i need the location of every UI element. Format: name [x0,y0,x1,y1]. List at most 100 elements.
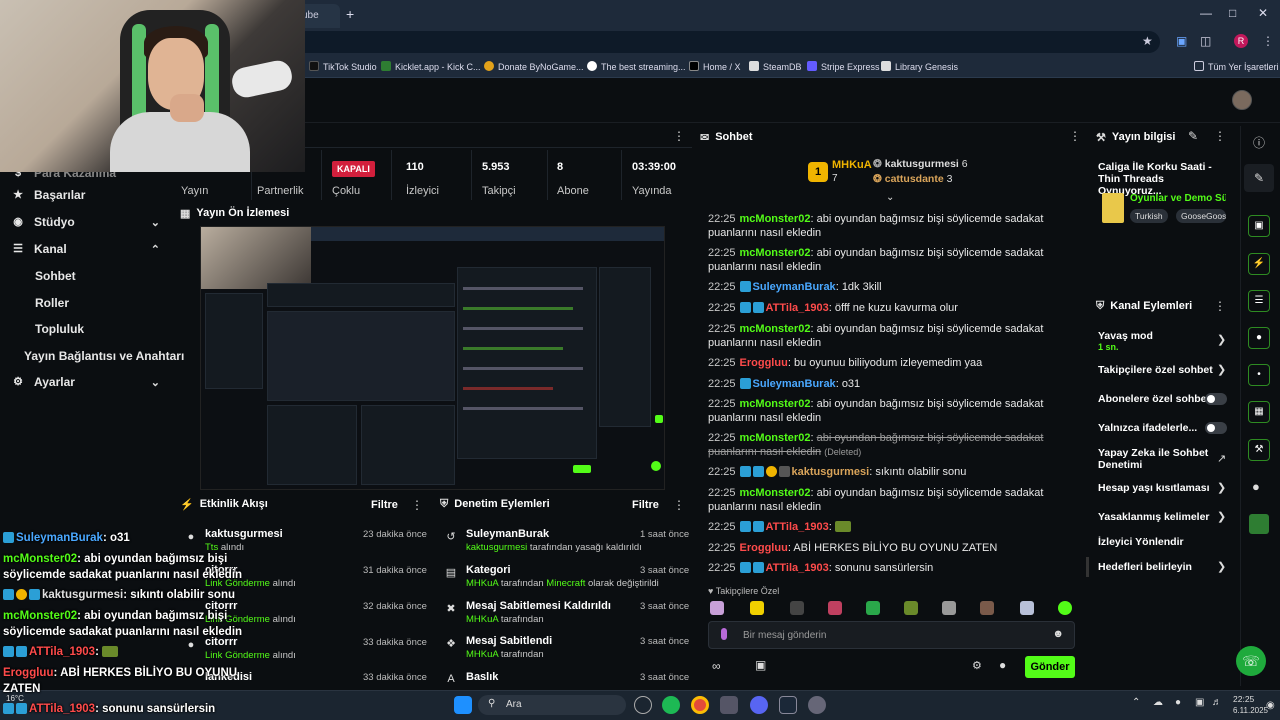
volume-icon[interactable]: ♬ [1212,697,1222,708]
emote-icon[interactable] [904,601,918,615]
stream-preview[interactable] [200,226,665,490]
raid-viewers[interactable]: İzleyici Yönlendir [1098,536,1228,548]
close-icon[interactable]: ✕ [1258,6,1268,20]
task-view-icon[interactable] [634,696,652,714]
steam-icon[interactable] [779,696,797,714]
more-icon[interactable]: ⋮ [673,129,685,143]
all-bookmarks[interactable]: Tüm Yer İşaretleri [1194,61,1279,72]
extensions-icon[interactable]: ◫ [1200,34,1211,48]
settings-app-icon[interactable] [808,696,826,714]
flash-icon[interactable]: ⚡ [1248,253,1270,275]
send-button[interactable]: Gönder [1025,656,1075,678]
emote-icon[interactable] [1058,601,1072,615]
set-goals[interactable]: Hedefleri belirleyin [1098,561,1228,573]
chevron-right-icon[interactable]: ❯ [1217,481,1226,494]
notifications-icon[interactable]: ◉ [1266,700,1275,711]
ai-moderation[interactable]: Yapay Zeka ile Sohbet Denetimi [1098,447,1210,471]
expand-icon[interactable]: ⌄ [886,192,894,203]
user-avatar[interactable] [1232,90,1252,110]
chat-bubble-icon[interactable]: ● [1248,327,1270,349]
more-icon[interactable]: ⋮ [1214,129,1226,143]
store-icon[interactable]: ▣ [755,658,766,672]
moderation-filter-button[interactable]: Filtre [632,499,659,511]
cloud-icon[interactable]: ☁ [1153,697,1163,708]
profile-avatar[interactable]: R [1234,34,1248,48]
mic-icon[interactable] [721,628,727,640]
sidebar-item-achievements[interactable]: ★ Başarılar [0,182,172,208]
discord-icon[interactable] [750,696,768,714]
help-button[interactable]: ☏ [1236,646,1266,676]
clip-icon[interactable]: ▣ [1248,215,1270,237]
bookmark-bynogame[interactable]: Donate ByNoGame... [484,61,584,72]
more-icon[interactable]: ⋮ [1214,299,1226,313]
chevron-right-icon[interactable]: ❯ [1217,560,1226,573]
followers-only-chat[interactable]: Takipçilere özel sohbet [1098,364,1228,376]
app-icon[interactable] [720,696,738,714]
notes-icon[interactable]: ☰ [1248,290,1270,312]
chevron-right-icon[interactable]: ❯ [1217,510,1226,523]
bookmark-libgen[interactable]: Library Genesis [881,61,958,72]
bookmark-tiktok[interactable]: TikTok Studio [309,61,377,72]
slow-mode[interactable]: Yavaş mod [1098,330,1228,342]
new-tab-button[interactable]: + [346,6,354,22]
sidebar-sub-chat[interactable]: Sohbet [35,269,76,283]
scrollbar[interactable] [1086,557,1089,577]
bookmark-streaming[interactable]: The best streaming... [587,61,686,72]
tools-icon[interactable]: ⚒ [1248,439,1270,461]
bookmark-stripe[interactable]: Stripe Express [807,61,880,72]
weather-temp[interactable]: 16°C [6,694,24,703]
subscribers-only-toggle[interactable] [1205,393,1227,405]
emote-icon[interactable] [866,601,880,615]
bookmark-kicklet[interactable]: Kicklet.app - Kick C... [381,61,481,72]
clock-date[interactable]: 6.11.2025 [1233,706,1268,715]
emote-icon[interactable] [750,601,764,615]
edit-icon[interactable]: ✎ [1188,129,1198,143]
top3-entry[interactable]: ❂ cattusdante 3 [873,173,952,185]
account-age-limit[interactable]: Hesap yaşı kısıtlaması [1098,482,1228,494]
clock-time[interactable]: 22:25 [1233,694,1254,704]
sidebar-item-studio[interactable]: ◉ Stüdyo ⌄ [0,209,172,235]
sidebar-sub-community[interactable]: Topluluk [35,322,84,336]
more-icon[interactable]: ⋮ [411,498,423,512]
translate-icon[interactable]: ▣ [1176,34,1187,48]
emote-icon[interactable] [1020,601,1034,615]
gear-icon[interactable]: ⚙ [972,659,982,672]
users-icon[interactable]: ● [1252,479,1260,494]
points-icon[interactable]: ∞ [712,659,721,673]
emote-icon[interactable] [942,601,956,615]
chrome-icon[interactable] [691,696,709,714]
banned-words[interactable]: Yasaklanmış kelimeler [1098,511,1228,523]
spotify-icon[interactable] [662,696,680,714]
mic-tray-icon[interactable]: ● [1175,697,1181,708]
windows-start-icon[interactable] [454,696,472,714]
external-link-icon[interactable]: ↗ [1217,452,1226,465]
multistream-stat[interactable]: KAPALI Çoklu [322,150,392,200]
users-icon[interactable]: ● [999,658,1006,672]
chat-input[interactable]: Bir mesaj gönderin ☻ [708,621,1075,649]
sidebar-item-settings[interactable]: ⚙ Ayarlar ⌄ [0,369,172,395]
category-link[interactable]: Oyunlar ve Demo Sür [1130,193,1226,204]
sidebar-sub-roles[interactable]: Roller [35,296,69,310]
star-icon[interactable]: ★ [1142,34,1153,48]
top2-entry[interactable]: ❂ kaktusgurmesi 6 [873,158,968,170]
bookmark-steamdb[interactable]: SteamDB [749,61,802,72]
more-icon[interactable]: ⋮ [673,498,685,512]
edit-layout-icon[interactable]: ✎ [1244,164,1274,192]
display-icon[interactable]: ▣ [1195,697,1204,708]
emotes-only-toggle[interactable] [1205,422,1227,434]
bookmark-x[interactable]: Home / X [689,61,741,72]
maximize-icon[interactable]: □ [1229,6,1236,20]
chevron-right-icon[interactable]: ❯ [1217,363,1226,376]
emote-icon[interactable] [828,601,842,615]
sidebar-sub-stream-key[interactable]: Yayın Bağlantısı ve Anahtarı [24,349,184,363]
url-field[interactable] [290,31,1160,53]
game-icon[interactable] [1249,514,1269,534]
emoji-icon[interactable]: ☻ [1052,628,1064,640]
emote-icon[interactable] [710,601,724,615]
chevron-right-icon[interactable]: ❯ [1217,333,1226,346]
grid-icon[interactable]: ▦ [1248,401,1270,423]
leader-name[interactable]: MHKuA [832,159,872,171]
sidebar-item-channel[interactable]: ☰ Kanal ⌃ [0,236,172,262]
activity-filter-button[interactable]: Filtre [371,499,398,511]
broadcast-icon[interactable]: • [1248,364,1270,386]
